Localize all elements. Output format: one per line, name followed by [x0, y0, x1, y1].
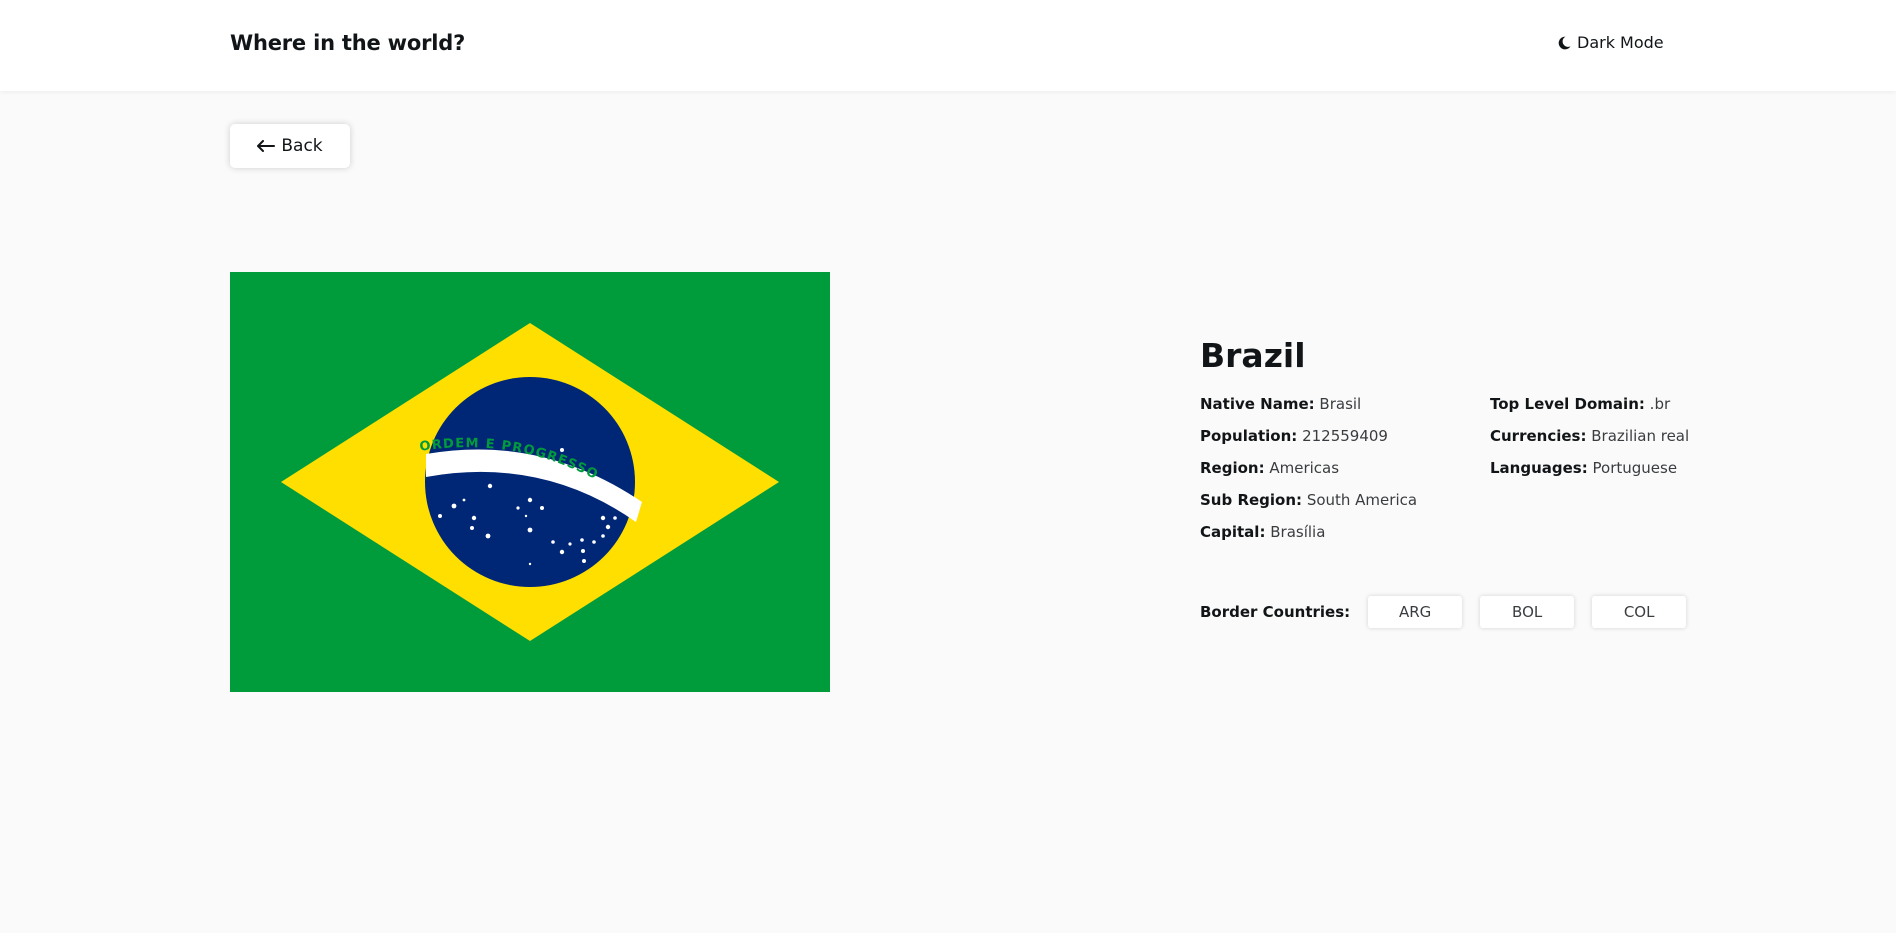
- top-level-domain-label: Top Level Domain:: [1490, 395, 1645, 413]
- country-flag: ORDEM E PROGRESSO: [230, 272, 830, 692]
- border-countries-label: Border Countries:: [1200, 603, 1351, 621]
- native-name-value: Brasil: [1319, 395, 1362, 413]
- native-name-row: Native Name: Brasil: [1200, 394, 1417, 426]
- arrow-left-icon: [257, 140, 276, 152]
- capital-label: Capital:: [1200, 523, 1266, 541]
- sub-region-label: Sub Region:: [1200, 491, 1303, 509]
- region-value: Americas: [1269, 459, 1340, 477]
- region-label: Region:: [1200, 459, 1265, 477]
- border-country-button[interactable]: BOL: [1480, 596, 1575, 628]
- info-column-left: Native Name: Brasil Population: 21255940…: [1200, 394, 1417, 554]
- native-name-label: Native Name:: [1200, 395, 1315, 413]
- population-value: 212559409: [1302, 427, 1388, 445]
- top-level-domain-row: Top Level Domain: .br: [1490, 394, 1689, 426]
- back-button[interactable]: Back: [230, 124, 350, 168]
- info-columns: Native Name: Brasil Population: 21255940…: [1200, 394, 1689, 544]
- dark-mode-toggle[interactable]: Dark Mode: [1558, 33, 1664, 52]
- capital-row: Capital: Brasília: [1200, 522, 1417, 554]
- sub-region-row: Sub Region: South America: [1200, 490, 1417, 522]
- site-title: Where in the world?: [230, 31, 466, 55]
- currencies-row: Currencies: Brazilian real: [1490, 426, 1689, 458]
- border-countries: Border Countries: ARG BOL COL: [1200, 596, 1704, 628]
- capital-value: Brasília: [1270, 523, 1326, 541]
- app-header: Where in the world? Dark Mode: [0, 0, 1896, 91]
- currencies-value: Brazilian real: [1591, 427, 1690, 445]
- region-row: Region: Americas: [1200, 458, 1417, 490]
- back-label: Back: [281, 136, 323, 156]
- country-name: Brazil: [1200, 336, 1306, 375]
- top-level-domain-value: .br: [1649, 395, 1671, 413]
- languages-label: Languages:: [1490, 459, 1588, 477]
- population-label: Population:: [1200, 427, 1298, 445]
- languages-value: Portuguese: [1592, 459, 1678, 477]
- sub-region-value: South America: [1306, 491, 1418, 509]
- currencies-label: Currencies:: [1490, 427, 1587, 445]
- country-details: Brazil Native Name: Brasil Population: 2…: [1200, 336, 1689, 628]
- moon-icon: [1558, 36, 1571, 50]
- population-row: Population: 212559409: [1200, 426, 1417, 458]
- border-country-button[interactable]: COL: [1592, 596, 1687, 628]
- dark-mode-label: Dark Mode: [1577, 33, 1664, 52]
- languages-row: Languages: Portuguese: [1490, 458, 1689, 490]
- border-country-button[interactable]: ARG: [1368, 596, 1463, 628]
- info-column-right: Top Level Domain: .br Currencies: Brazil…: [1490, 394, 1689, 490]
